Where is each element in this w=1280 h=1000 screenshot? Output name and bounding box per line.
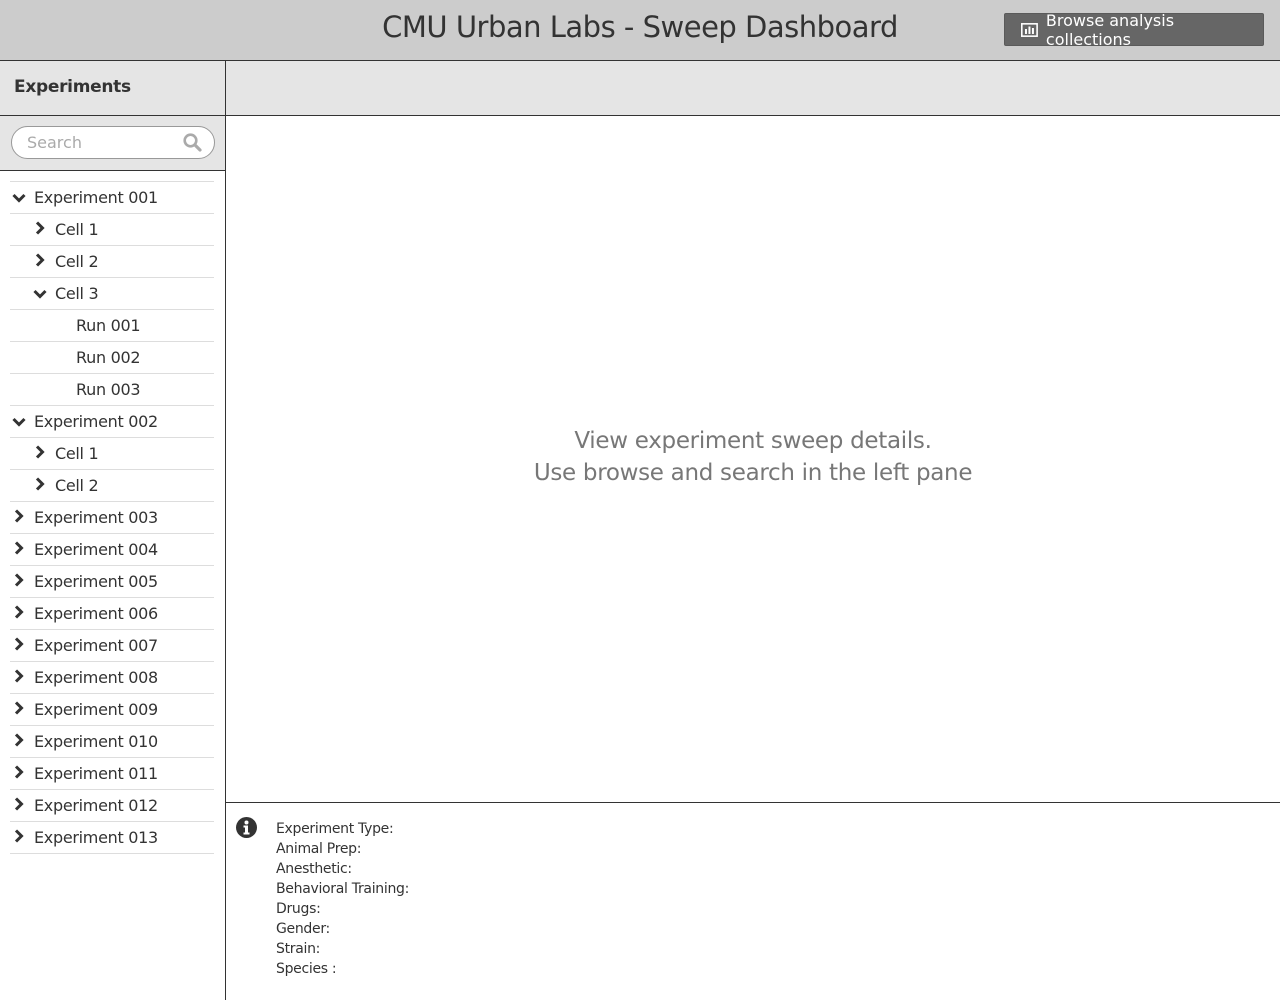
tree-item-label: Run 002 (76, 348, 141, 367)
chevron-right-icon (12, 796, 26, 815)
tree-item-label: Cell 2 (55, 252, 99, 271)
tree-item[interactable]: Experiment 009 (10, 694, 214, 726)
info-field-label: Experiment Type: (276, 821, 394, 837)
tree-item-label: Experiment 005 (34, 572, 158, 591)
bar-chart-icon (1021, 22, 1038, 37)
tree-item-label: Experiment 011 (34, 764, 158, 783)
message-line-2: Use browse and search in the left pane (533, 460, 973, 486)
tree-item[interactable]: Cell 2 (10, 246, 214, 278)
chevron-right-icon (12, 668, 26, 687)
top-header: CMU Urban Labs - Sweep Dashboard Browse … (0, 0, 1280, 61)
info-field-label: Drugs: (276, 901, 321, 917)
tree-item-label: Experiment 008 (34, 668, 158, 687)
tree-item[interactable]: Run 001 (10, 310, 214, 342)
browse-collections-button[interactable]: Browse analysis collections (1004, 10, 1264, 49)
tree-item-label: Experiment 006 (34, 604, 158, 623)
sidebar-title: Experiments (0, 61, 225, 116)
info-panel: Experiment Type: Animal Prep: Anesthetic: B… (226, 802, 1280, 1000)
empty-state-message: View experiment sweep details. Use brows… (226, 425, 1280, 489)
tree-item[interactable]: Cell 1 (10, 438, 214, 470)
chevron-right-icon (33, 476, 47, 495)
chevron-down-icon (33, 284, 47, 303)
tree-item-label: Run 001 (76, 316, 141, 335)
tree-item[interactable]: Experiment 007 (10, 630, 214, 662)
tree-item[interactable]: Run 003 (10, 374, 214, 406)
tree-item[interactable]: Experiment 004 (10, 534, 214, 566)
tree-item-label: Experiment 010 (34, 732, 158, 751)
tree-item-label: Experiment 004 (34, 540, 158, 559)
browse-label: Browse analysis collections (1045, 10, 1175, 49)
chevron-down-icon (12, 412, 26, 431)
search-box[interactable] (11, 126, 215, 159)
chevron-right-icon (12, 764, 26, 783)
info-field-label: Animal Prep: (276, 841, 362, 857)
info-fields: Experiment Type: Animal Prep: Anesthetic: B… (276, 819, 409, 979)
tree-item-label: Experiment 001 (34, 188, 158, 207)
info-icon (236, 817, 257, 838)
info-field-label: Strain: (276, 941, 321, 957)
chevron-right-icon (12, 604, 26, 623)
chevron-right-icon (12, 572, 26, 591)
tree-item[interactable]: Cell 3 (10, 278, 214, 310)
tree-item[interactable]: Experiment 013 (10, 822, 214, 854)
tree-item-label: Cell 1 (55, 220, 99, 239)
chevron-right-icon (12, 732, 26, 751)
sidebar: Experiments Experiment 001 Cell 1 Cell 2 Ce… (0, 61, 226, 1000)
tree-item[interactable]: Experiment 010 (10, 726, 214, 758)
info-field-label: Behavioral Training: (276, 881, 410, 897)
tree-item[interactable]: Experiment 003 (10, 502, 214, 534)
search-icon[interactable] (183, 133, 202, 152)
tree-item[interactable]: Experiment 002 (10, 406, 214, 438)
tree-item[interactable]: Run 002 (10, 342, 214, 374)
info-field-label: Anesthetic: (276, 861, 352, 877)
tree-item[interactable]: Experiment 006 (10, 598, 214, 630)
search-input[interactable] (27, 133, 183, 152)
chevron-right-icon (33, 220, 47, 239)
tree-item-label: Experiment 003 (34, 508, 158, 527)
message-line-1: View experiment sweep details. (574, 428, 932, 454)
experiment-tree: Experiment 001 Cell 1 Cell 2 Cell 3 Run 001 R… (10, 181, 214, 854)
tree-item[interactable]: Cell 1 (10, 214, 214, 246)
tree-item-label: Cell 3 (55, 284, 99, 303)
main-header (226, 61, 1280, 116)
tree-item-label: Run 003 (76, 380, 141, 399)
tree-item-label: Experiment 009 (34, 700, 158, 719)
chevron-right-icon (33, 444, 47, 463)
tree-item[interactable]: Experiment 008 (10, 662, 214, 694)
chevron-right-icon (12, 636, 26, 655)
chevron-right-icon (12, 828, 26, 847)
chevron-right-icon (33, 252, 47, 271)
tree-item-label: Experiment 012 (34, 796, 158, 815)
tree-item-label: Experiment 007 (34, 636, 158, 655)
tree-item-label: Cell 1 (55, 444, 99, 463)
chevron-right-icon (12, 508, 26, 527)
chevron-right-icon (12, 540, 26, 559)
tree-item-label: Experiment 002 (34, 412, 158, 431)
tree-item[interactable]: Cell 2 (10, 470, 214, 502)
tree-item[interactable]: Experiment 011 (10, 758, 214, 790)
info-field-label: Gender: (276, 921, 330, 937)
tree-item[interactable]: Experiment 005 (10, 566, 214, 598)
tree-item[interactable]: Experiment 012 (10, 790, 214, 822)
tree-item[interactable]: Experiment 001 (10, 182, 214, 214)
tree-item-label: Experiment 013 (34, 828, 158, 847)
chevron-down-icon (12, 188, 26, 207)
tree-item-label: Cell 2 (55, 476, 99, 495)
info-field-label: Species : (276, 961, 337, 977)
chevron-right-icon (12, 700, 26, 719)
